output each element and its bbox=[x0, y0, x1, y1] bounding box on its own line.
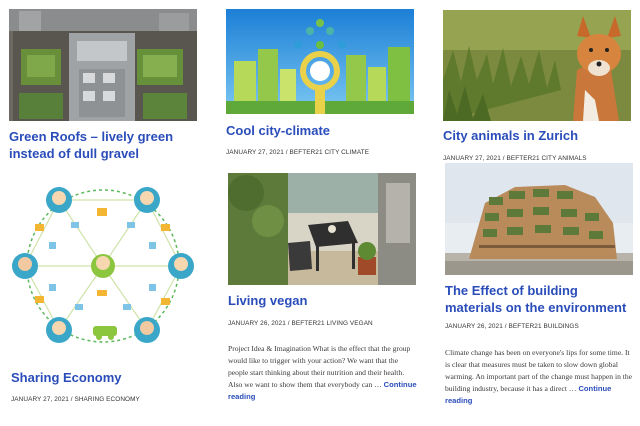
green-roof-thumbnail[interactable] bbox=[9, 9, 197, 121]
living-vegan-thumbnail[interactable] bbox=[228, 173, 416, 285]
post-title-city-animals[interactable]: City animals in Zurich bbox=[443, 127, 633, 144]
post-title-sharing-economy[interactable]: Sharing Economy bbox=[11, 369, 199, 386]
post-title-green-roofs[interactable]: Green Roofs – lively green instead of du… bbox=[9, 128, 197, 162]
building-materials-thumbnail[interactable] bbox=[445, 163, 633, 275]
post-title-building-materials[interactable]: The Effect of building materials on the … bbox=[445, 282, 635, 316]
post-meta-sharing-economy: JANUARY 27, 2021 / SHARING ECONOMY bbox=[11, 396, 140, 403]
post-meta-building-materials: JANUARY 26, 2021 / BEFTER21 BUILDINGS bbox=[445, 323, 579, 330]
fox-thumbnail[interactable] bbox=[443, 10, 631, 121]
post-title-cool-city-climate[interactable]: Cool city-climate bbox=[226, 122, 416, 139]
post-meta-city-animals: JANUARY 27, 2021 / BEFTER21 CITY ANIMALS bbox=[443, 155, 587, 162]
post-meta-living-vegan: JANUARY 26, 2021 / BEFTER21 LIVING VEGAN bbox=[228, 320, 373, 327]
post-meta-cool-city-climate: JANUARY 27, 2021 / BEFTER21 CITY CLIMATE bbox=[226, 149, 370, 156]
post-excerpt-building-materials: Climate change has been on everyone's li… bbox=[445, 347, 635, 407]
post-title-living-vegan[interactable]: Living vegan bbox=[228, 292, 418, 309]
post-excerpt-living-vegan: Project Idea & Imagination What is the e… bbox=[228, 343, 418, 403]
city-climate-thumbnail[interactable] bbox=[226, 9, 414, 114]
sharing-economy-thumbnail[interactable] bbox=[9, 180, 197, 350]
